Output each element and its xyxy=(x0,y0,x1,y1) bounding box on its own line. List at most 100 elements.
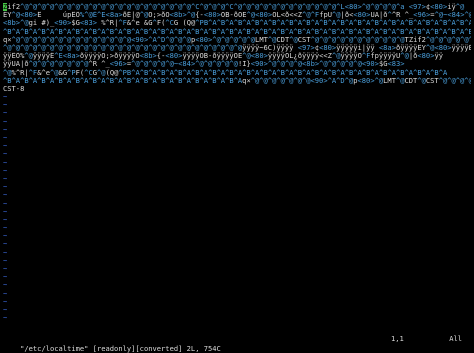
text-segment: q× xyxy=(242,76,251,85)
control-chars: <8b> xyxy=(3,19,21,28)
text-segment: F( xyxy=(75,68,85,77)
text-segment: CDT xyxy=(276,35,290,44)
control-chars: ^P xyxy=(195,19,204,28)
control-chars: <8b> xyxy=(139,52,157,61)
text-segment: {- xyxy=(195,11,204,20)
control-chars: <83> xyxy=(79,19,97,28)
control-chars: ^@^@^@^@^@^@^@^@^@^@^@^@^@^@^@^@^@^@^@^@… xyxy=(425,35,471,44)
buffer-line: ^@%^R|^F&^e^@&G^PF(^CG^@(Q@^PB^A^B^A^B^A… xyxy=(3,69,471,77)
text-segment: ÿÿÿÿÿi|ÿÿ xyxy=(336,43,379,52)
empty-line-tilde: ~ xyxy=(3,255,8,265)
text-segment: CST xyxy=(425,76,439,85)
text-segment: iÿ xyxy=(447,3,456,11)
control-chars: ^@ xyxy=(84,11,93,20)
control-chars: <90> xyxy=(361,60,379,69)
empty-line-tilde: ~ xyxy=(3,124,8,134)
text-segment: %^R| xyxy=(11,68,29,77)
text-segment: ÿÿÿÿÊ xyxy=(32,52,55,61)
buffer-line: ^B^A^B^A^B^A^B^A^B^A^B^A^B^A^B^A^B^A^B^A… xyxy=(3,28,471,36)
text-segment: ÿÿÿÿÕ xyxy=(340,52,362,61)
control-chars: B^A^B^A^B^A^B^A^B^A^B^A^B^A^B^A^B^A^B^A^… xyxy=(203,19,471,28)
text-segment: if2 xyxy=(7,3,21,11)
control-chars: <90> xyxy=(131,35,149,44)
text-segment: q× xyxy=(3,35,12,44)
text-segment: gi #)_ xyxy=(28,19,55,28)
control-chars: <8a> xyxy=(62,52,80,61)
control-chars: <90> xyxy=(310,76,328,85)
text-segment: ÿÿÿÿÊ upyy xyxy=(451,43,471,52)
control-chars: ^@^@^@^@^@^@^@^@^@^@^@^@^@ xyxy=(438,76,471,85)
empty-line-tilde: ~ xyxy=(3,272,8,282)
control-chars: <96> xyxy=(413,11,431,20)
empty-line-tilde: ~ xyxy=(3,247,8,257)
scroll-indicator: All xyxy=(449,334,462,343)
text-segment: %^R| xyxy=(97,19,119,28)
text-segment: ðÊ|@ xyxy=(122,11,140,20)
buffer-lines: Zif2^@^@^@^@^@^@^@^@^@^@^@^@^@^@^@^@^@^@… xyxy=(3,3,471,93)
buffer-line: ^B^A^B^A^B^A^B^A^B^A^B^A^B^A^B^A^B^A^B^A… xyxy=(3,77,471,85)
control-chars: ~<84> xyxy=(443,11,465,20)
control-chars: <80> xyxy=(434,43,452,52)
control-chars: ^@ xyxy=(24,52,33,61)
control-chars: ^C xyxy=(165,19,174,28)
control-chars: ^@^@^@^@ xyxy=(139,60,174,69)
empty-line-tilde: ~ xyxy=(3,149,8,159)
empty-line-tilde: ~ xyxy=(3,182,8,192)
empty-line-tilde: ~ xyxy=(3,264,8,273)
editor-buffer[interactable]: Zif2^@^@^@^@^@^@^@^@^@^@^@^@^@^@^@^@^@^@… xyxy=(3,3,471,331)
text-segment: ÕL<ð<<Z xyxy=(272,11,303,20)
empty-line-tilde: ~ xyxy=(3,190,8,200)
empty-line-tilde: ~ xyxy=(3,280,8,290)
control-chars: ^@ xyxy=(319,60,328,69)
control-chars: <80> xyxy=(250,52,268,61)
control-chars: ^@ xyxy=(11,11,21,20)
buffer-line: Zif2^@^@^@^@^@^@^@^@^@^@^@^@^@^@^@^@^@^@… xyxy=(3,3,471,12)
text-segment: &^e xyxy=(37,68,50,77)
control-chars: <80> xyxy=(195,35,213,44)
empty-line-tilde: ~ xyxy=(3,313,8,323)
file-info: "/etc/localtime" [readonly][converted] 2… xyxy=(20,344,221,353)
cursor-position: 1,1 xyxy=(391,334,404,343)
text-segment: Ê úpÊÖ xyxy=(37,11,80,20)
control-chars: <80> xyxy=(353,11,371,20)
control-chars: ^@ xyxy=(246,11,256,20)
buffer-line: q×^@^@^@^@^@^@^@^@^@^@^@^@^@^@<90>^A^D^@… xyxy=(3,36,471,44)
control-chars: <80> xyxy=(417,52,435,61)
text-segment: ÿÿUA|ð xyxy=(3,60,29,69)
empty-line-tilde: ~ xyxy=(3,173,8,183)
text-segment: UA|ð xyxy=(370,11,388,20)
control-chars: ^@ xyxy=(289,35,298,44)
buffer-line: ^@^@^@^@^@^@^@^@^@^@^@^@^@^@^@^@^@^@^@^@… xyxy=(3,44,471,52)
text-segment: LMT xyxy=(383,76,396,85)
control-chars: ^@^@^@^@ xyxy=(203,60,238,69)
buffer-line: <8b>^@gi #)_<90>$G<83> %^R|^F&^e &G^F(^C… xyxy=(3,19,471,27)
control-chars: ^F xyxy=(118,19,127,28)
control-chars: ^@^@^@^@^@^@^@^@^@^@^@ xyxy=(310,35,405,44)
control-chars: <96> xyxy=(109,60,127,69)
empty-line-tilde: ~ xyxy=(3,304,8,314)
control-chars: <80> xyxy=(319,43,337,52)
status-line: "/etc/localtime" [readonly][converted] 2… xyxy=(3,334,471,353)
empty-line-tilde: ~ xyxy=(3,214,8,224)
control-chars: <97> xyxy=(408,3,426,11)
empty-line-tilde: ~ xyxy=(3,108,8,118)
control-chars: ^@ xyxy=(400,52,409,61)
text-segment: CST xyxy=(297,35,311,44)
control-chars: ^A^D^@ xyxy=(327,76,354,85)
control-chars: <90> xyxy=(250,60,268,69)
control-chars: ^B^A^B^A^B^A^B^A^B^A^B^A^B^A^B^A^B^A^B^A… xyxy=(3,27,471,36)
control-chars: ^@ xyxy=(302,11,311,20)
control-chars: ^@^@^@^@ xyxy=(267,60,303,69)
control-chars: Ê^E xyxy=(92,11,106,20)
text-segment: O;>ðO xyxy=(148,11,170,20)
control-chars: ^@ xyxy=(11,35,21,44)
empty-line-tilde: ~ xyxy=(3,288,8,298)
buffer-line: ÿÿUA|ð^@^@^@^@^@^@^@^R ^_<96>=^@^@^@^@^@… xyxy=(3,60,471,68)
control-chars: ^@ xyxy=(195,60,204,69)
empty-line-tilde: ~ xyxy=(3,296,8,306)
text-segment: !I} xyxy=(237,60,251,69)
control-chars: ^@^@^@^@ xyxy=(327,60,362,69)
text-segment: $G xyxy=(71,19,80,28)
empty-line-tilde: ~ xyxy=(3,198,8,208)
text-segment: LMT xyxy=(255,35,268,44)
